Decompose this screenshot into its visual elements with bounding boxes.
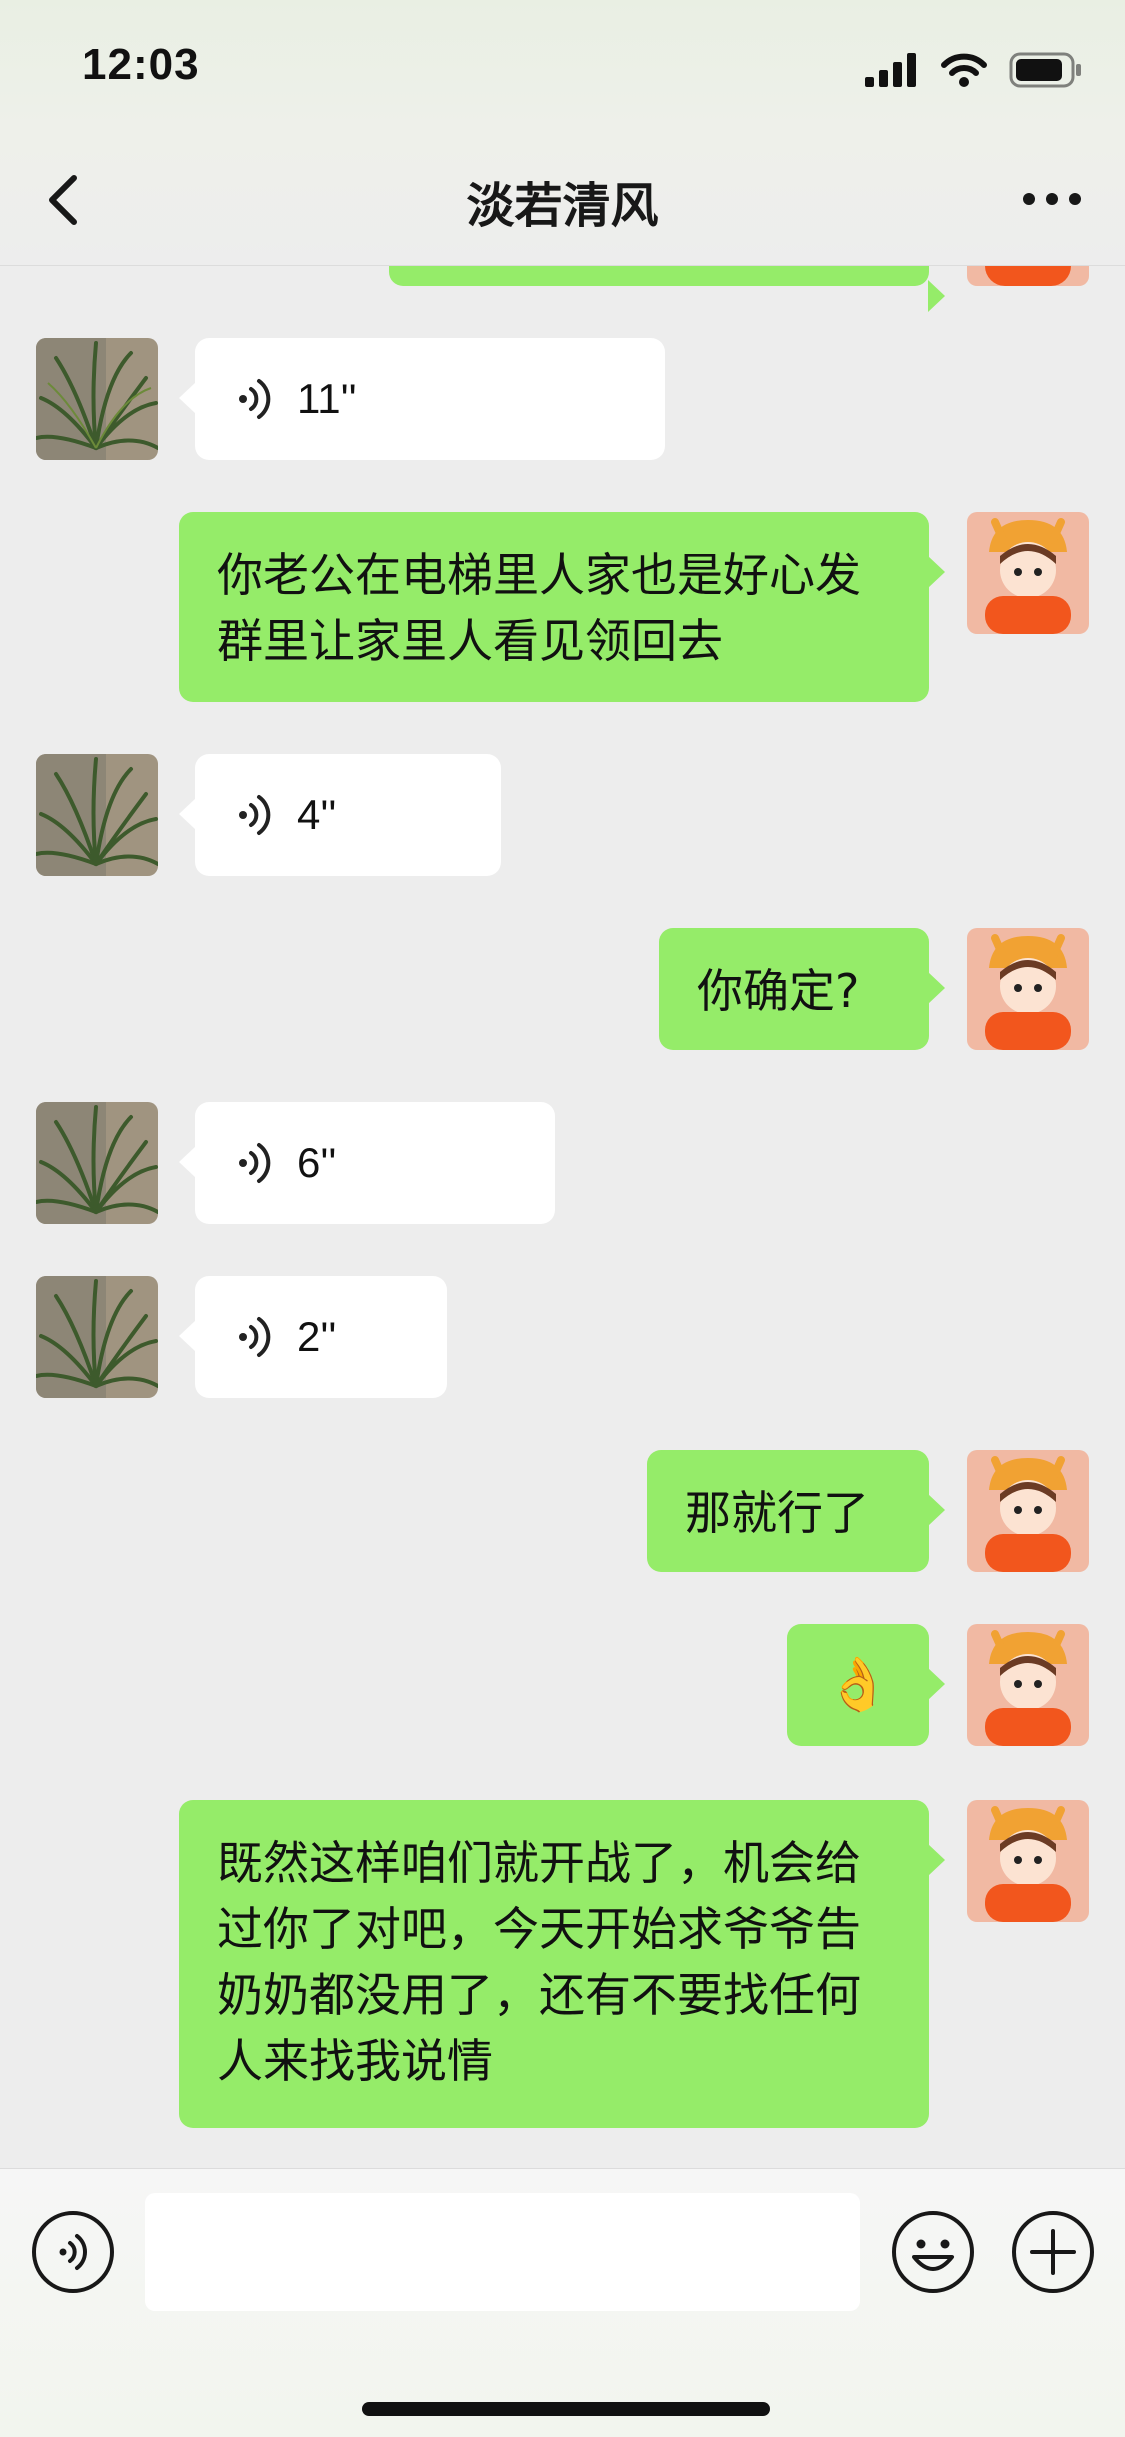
home-indicator[interactable]: [362, 2402, 770, 2416]
voice-input-button[interactable]: [30, 2209, 116, 2295]
voice-wave-icon: [239, 379, 271, 419]
voice-duration: 11'': [297, 375, 357, 422]
voice-duration: 6'': [297, 1139, 337, 1186]
more-options-icon[interactable]: [1017, 174, 1087, 224]
voice-message[interactable]: 4'': [179, 754, 501, 876]
battery-icon: [1009, 52, 1081, 88]
voice-message[interactable]: 2'': [179, 1276, 447, 1398]
self-avatar[interactable]: [967, 928, 1089, 1050]
voice-wave-icon: [239, 1317, 271, 1357]
voice-wave-icon: [239, 795, 271, 835]
contact-avatar[interactable]: [36, 754, 158, 876]
input-bar: [0, 2168, 1125, 2437]
nav-bar: 淡若清风: [0, 130, 1125, 266]
message-text: 既然这样咱们就开战了，机会给过你了对吧，今天开始求爷爷告奶奶都没用了，还有不要找…: [217, 1836, 861, 2088]
outgoing-emoji-bubble[interactable]: 👌: [787, 1624, 945, 1746]
contact-avatar[interactable]: [36, 1276, 158, 1398]
message-input[interactable]: [145, 2193, 860, 2311]
voice-message[interactable]: 6'': [179, 1102, 555, 1224]
outgoing-text-bubble[interactable]: 你老公在电梯里人家也是好心发群里让家里人看见领回去: [179, 512, 945, 702]
contact-avatar[interactable]: [36, 338, 158, 460]
self-avatar[interactable]: [967, 1624, 1089, 1746]
message-text: 那就行了: [685, 1486, 869, 1540]
voice-duration: 4'': [297, 791, 337, 838]
wifi-icon: [941, 53, 987, 87]
contact-avatar[interactable]: [36, 1102, 158, 1224]
self-avatar[interactable]: [967, 266, 1089, 286]
ok-hand-emoji: 👌: [825, 1655, 891, 1715]
outgoing-text-bubble[interactable]: 那就行了: [647, 1450, 945, 1572]
status-time: 12:03: [82, 40, 200, 89]
chat-title: 淡若清风: [466, 178, 659, 234]
message-text: 你确定?: [697, 964, 860, 1018]
status-icons: [865, 50, 1083, 90]
message-text: 你老公在电梯里人家也是好心发群里让家里人看见领回去: [217, 548, 861, 668]
emoji-button[interactable]: [890, 2209, 976, 2295]
voice-message[interactable]: 11'': [179, 338, 665, 460]
outgoing-text-bubble[interactable]: 你确定?: [659, 928, 945, 1050]
signal-icon: [865, 53, 916, 87]
outgoing-bubble[interactable]: [389, 266, 945, 312]
self-avatar[interactable]: [967, 512, 1089, 634]
add-more-button[interactable]: [1010, 2209, 1096, 2295]
self-avatar[interactable]: [967, 1800, 1089, 1922]
voice-wave-icon: [239, 1143, 271, 1183]
outgoing-text-bubble[interactable]: 既然这样咱们就开战了，机会给过你了对吧，今天开始求爷爷告奶奶都没用了，还有不要找…: [179, 1800, 945, 2128]
voice-duration: 2'': [297, 1313, 337, 1360]
status-bar: 12:03: [0, 0, 1125, 130]
self-avatar[interactable]: [967, 1450, 1089, 1572]
message-list[interactable]: 11'' 你老公在电梯里人家也是好心发群里让家里人看见领回去 4'' 你确定? …: [0, 266, 1125, 2166]
